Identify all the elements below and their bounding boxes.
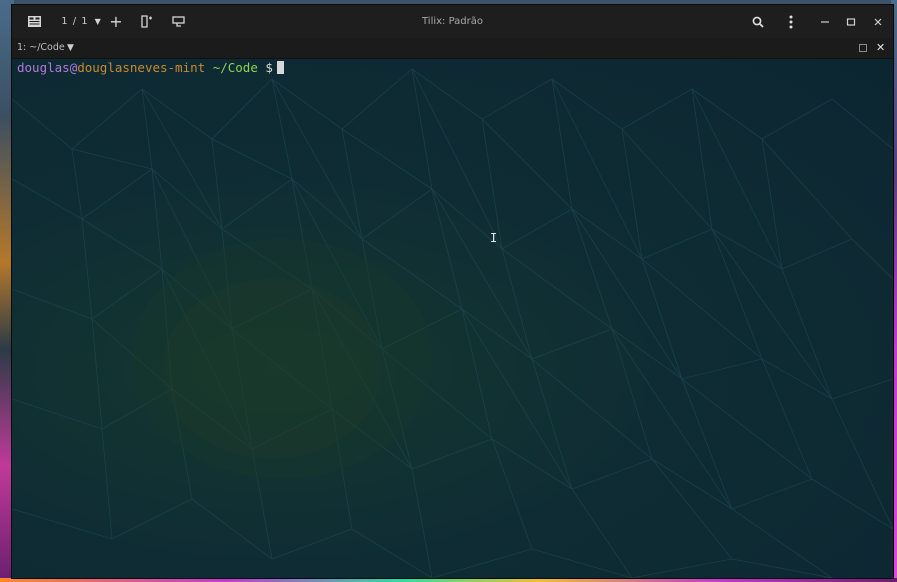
session-selector[interactable]: 1 / 1 ▼ — [59, 10, 103, 33]
wallpaper-edge-bottom — [0, 578, 897, 582]
prompt-host: douglasneves-mint — [77, 60, 206, 75]
chevron-down-icon: ▼ — [94, 17, 101, 26]
terminal-menu-icon[interactable] — [26, 10, 42, 33]
maximize-terminal-icon[interactable] — [859, 44, 867, 52]
kebab-menu-icon[interactable] — [784, 10, 798, 33]
text-cursor-icon: I — [490, 231, 498, 245]
session-label: 1 / 1 — [61, 16, 89, 27]
prompt-user: douglas — [17, 60, 70, 75]
sync-input-icon[interactable] — [170, 10, 186, 33]
prompt-path: ~/Code — [212, 60, 258, 75]
mesh-wallpaper-overlay — [12, 68, 893, 578]
maximize-icon[interactable] — [844, 10, 858, 33]
shell-prompt: douglas@douglasneves-mint ~/Code $ — [17, 60, 284, 76]
search-icon[interactable] — [750, 10, 766, 33]
chevron-down-icon[interactable]: ▼ — [67, 38, 74, 58]
close-terminal-icon[interactable]: ✕ — [876, 38, 885, 58]
new-terminal-icon[interactable] — [139, 10, 155, 33]
title-bar: 1 / 1 ▼ + Tilix: Padrão — [12, 5, 893, 38]
desktop-background: 1 / 1 ▼ + Tilix: Padrão 1: ~/Code ▼ ✕ do… — [0, 0, 897, 582]
close-icon[interactable] — [871, 10, 885, 33]
prompt-symbol: $ — [265, 60, 273, 75]
terminal-title[interactable]: 1: ~/Code — [17, 38, 65, 58]
terminal-tab-bar: 1: ~/Code ▼ ✕ — [12, 38, 893, 59]
terminal-cursor — [276, 61, 284, 74]
plus-icon[interactable]: + — [108, 10, 124, 33]
tilix-window: 1 / 1 ▼ + Tilix: Padrão 1: ~/Code ▼ ✕ do… — [12, 5, 893, 578]
minimize-icon[interactable] — [818, 10, 832, 33]
terminal-area[interactable]: douglas@douglasneves-mint ~/Code $ I — [12, 59, 893, 578]
